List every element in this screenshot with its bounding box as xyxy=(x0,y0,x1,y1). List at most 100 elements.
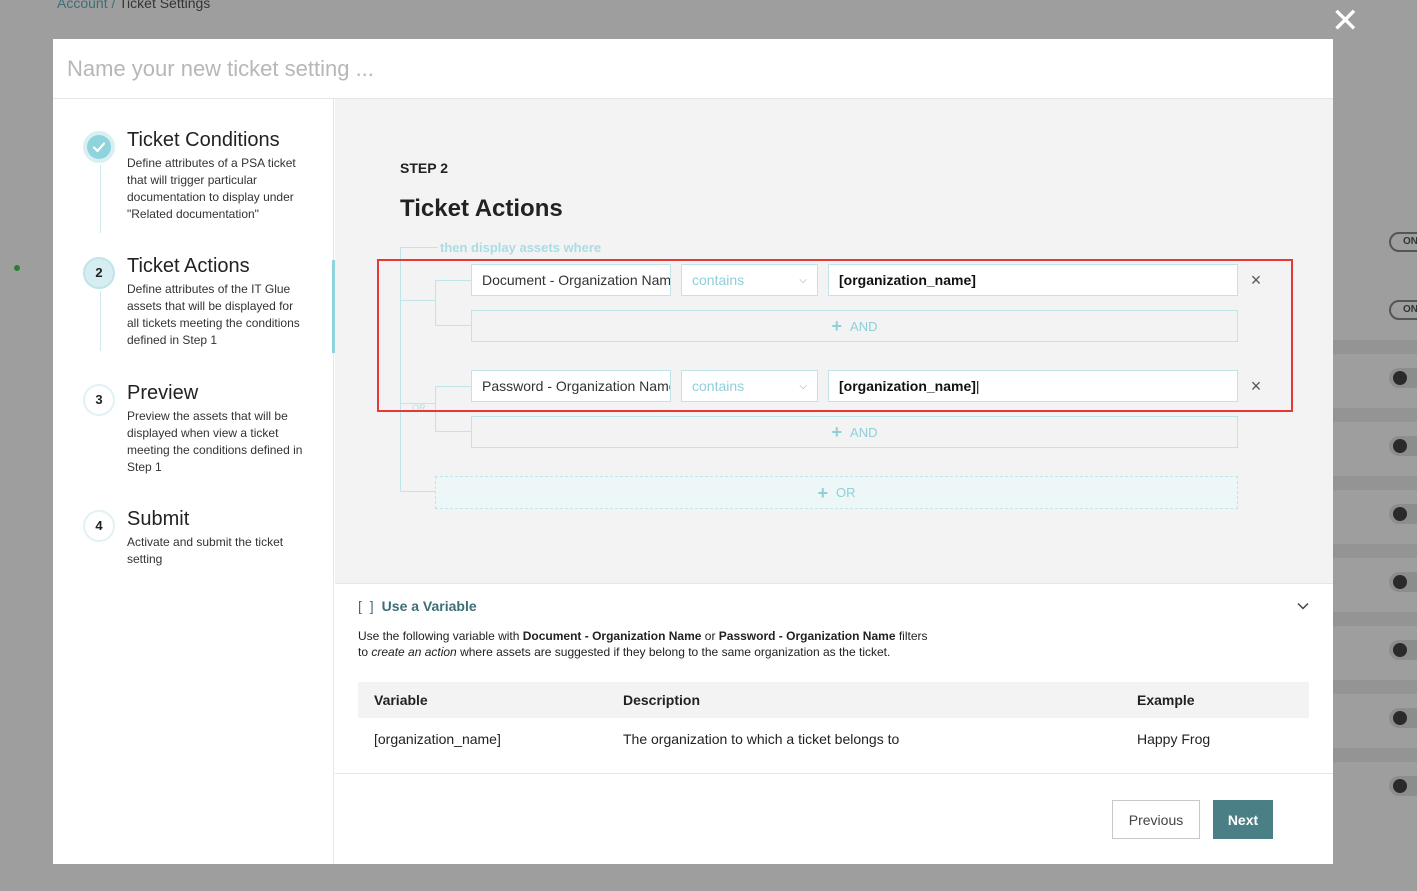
variables-table: Variable Description Example [organizati… xyxy=(358,682,1309,760)
value-input[interactable]: [organization_name] xyxy=(828,264,1238,296)
step-description: Activate and submit the ticket setting xyxy=(127,535,284,566)
attribute-select-value: Document - Organization Name xyxy=(482,272,671,288)
plus-icon: + xyxy=(831,422,843,442)
bg-row-divider xyxy=(1333,476,1417,490)
plus-icon: + xyxy=(831,316,843,336)
step-number: 4 xyxy=(83,510,115,542)
attribute-select-value: Password - Organization Name xyxy=(482,378,671,394)
close-icon[interactable]: ✕ xyxy=(1331,4,1360,38)
attribute-select[interactable]: Document - Organization Name xyxy=(471,264,671,296)
and-label: AND xyxy=(850,424,878,440)
desc-attr-document: Document - Organization Name xyxy=(522,629,702,643)
toggle-on-label: ON xyxy=(1403,236,1417,247)
tree-connector xyxy=(400,300,436,301)
or-label: OR xyxy=(836,485,856,500)
and-label: AND xyxy=(850,318,878,334)
chevron-down-icon: ⌵ xyxy=(799,380,807,392)
rule-builder: STEP 2 Ticket Actions OR then display as… xyxy=(335,99,1333,583)
tree-connector xyxy=(435,431,471,432)
chevron-down-icon: ⌵ xyxy=(799,274,807,286)
table-row: [organization_name] The organization to … xyxy=(358,718,1309,760)
text-cursor: | xyxy=(975,378,980,394)
tree-connector xyxy=(435,280,471,281)
step-description: Define attributes of a PSA ticket that w… xyxy=(127,156,296,221)
brackets-icon: [ ] xyxy=(358,598,376,614)
table-header: Variable Description Example xyxy=(358,682,1309,718)
column-header-description: Description xyxy=(623,692,701,708)
tree-connector xyxy=(435,386,471,387)
toggle-off[interactable] xyxy=(1389,776,1417,796)
tree-connector xyxy=(400,491,436,492)
step-number: 2 xyxy=(83,257,115,289)
status-dot xyxy=(14,265,20,271)
use-variable-toggle[interactable]: [ ] Use a Variable xyxy=(358,598,477,614)
remove-rule-icon[interactable]: × xyxy=(1248,377,1264,395)
operator-select-value: contains xyxy=(692,378,745,394)
step-number: 3 xyxy=(83,384,115,416)
toggle-off[interactable] xyxy=(1389,504,1417,524)
toggle-off[interactable] xyxy=(1389,640,1417,660)
operator-select[interactable]: contains ⌵ xyxy=(681,370,818,402)
value-input-text: [organization_name] xyxy=(839,378,976,394)
column-header-example: Example xyxy=(1137,692,1195,708)
plus-icon: + xyxy=(817,482,828,503)
previous-button[interactable]: Previous xyxy=(1112,800,1200,839)
cell-example: Happy Frog xyxy=(1137,731,1211,747)
tree-connector xyxy=(400,247,401,492)
cell-variable: [organization_name] xyxy=(374,731,501,747)
operator-select[interactable]: contains ⌵ xyxy=(681,264,818,296)
desc-emphasis: create an action xyxy=(371,645,457,659)
use-variable-panel: [ ] Use a Variable Use the following var… xyxy=(335,583,1333,774)
step-description: Preview the assets that will be displaye… xyxy=(127,409,303,474)
tree-connector xyxy=(400,247,438,248)
tree-connector xyxy=(435,386,436,431)
bg-row-divider xyxy=(1333,748,1417,762)
step-description: Define attributes of the IT Glue assets … xyxy=(127,282,300,347)
breadcrumb-account[interactable]: Account xyxy=(57,0,108,11)
bg-row-divider xyxy=(1333,680,1417,694)
step-label: STEP 2 xyxy=(400,160,448,176)
chevron-down-icon[interactable] xyxy=(1295,598,1311,614)
operator-select-value: contains xyxy=(692,272,745,288)
step-title: Preview xyxy=(127,382,199,404)
add-and-condition-button[interactable]: + AND xyxy=(471,416,1238,448)
desc-text: Use the following variable with xyxy=(358,629,523,643)
step-title: Ticket Actions xyxy=(127,255,250,277)
toggle-off[interactable] xyxy=(1389,708,1417,728)
bg-row-divider xyxy=(1333,612,1417,626)
toggle-on-label: ON xyxy=(1403,304,1417,315)
value-input[interactable]: [organization_name] | xyxy=(828,370,1238,402)
value-input-text: [organization_name] xyxy=(839,272,976,288)
page-title: Ticket Actions xyxy=(400,195,563,222)
desc-attr-password: Password - Organization Name xyxy=(718,629,896,643)
add-and-condition-button[interactable]: + AND xyxy=(471,310,1238,342)
check-icon xyxy=(83,131,115,163)
bg-row-divider xyxy=(1333,408,1417,422)
modal-header xyxy=(53,39,1333,99)
step-title: Ticket Conditions xyxy=(127,129,280,151)
breadcrumb: Account / Ticket Settings xyxy=(57,0,210,11)
tree-connector xyxy=(435,325,471,326)
toggle-off[interactable] xyxy=(1389,436,1417,456)
toggle-off[interactable] xyxy=(1389,368,1417,388)
bg-row-divider xyxy=(1333,544,1417,558)
or-connector-label: OR xyxy=(412,403,426,413)
remove-rule-icon[interactable]: × xyxy=(1248,271,1264,289)
steps-sidebar: Ticket Conditions Define attributes of a… xyxy=(53,99,335,864)
add-or-condition-button[interactable]: + OR xyxy=(435,476,1238,509)
cell-description: The organization to which a ticket belon… xyxy=(623,731,900,747)
step-connector xyxy=(100,291,101,351)
breadcrumb-ticket-settings: Ticket Settings xyxy=(119,0,211,11)
step-connector xyxy=(100,165,101,233)
tree-connector xyxy=(435,280,436,325)
then-display-label: then display assets where xyxy=(440,240,602,255)
toggle-off[interactable] xyxy=(1389,572,1417,592)
attribute-select[interactable]: Password - Organization Name xyxy=(471,370,671,402)
toggle-on[interactable]: ON xyxy=(1389,232,1417,252)
next-button[interactable]: Next xyxy=(1213,800,1273,839)
setting-name-input[interactable] xyxy=(67,55,767,82)
toggle-on[interactable]: ON xyxy=(1389,300,1417,320)
variable-description: Use the following variable with Document… xyxy=(358,628,928,660)
use-variable-title: Use a Variable xyxy=(381,598,477,614)
column-header-variable: Variable xyxy=(374,692,428,708)
